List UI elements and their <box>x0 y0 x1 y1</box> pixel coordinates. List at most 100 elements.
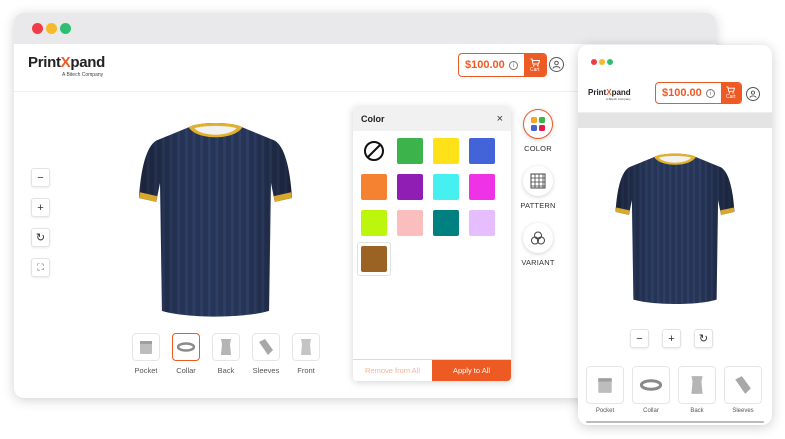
view-thumb <box>586 366 624 404</box>
mobile-close-dot[interactable] <box>591 59 597 65</box>
mobile-view-back[interactable]: Back <box>678 366 716 414</box>
logo-tagline: A Bitech Company <box>606 97 631 101</box>
mobile-view-pocket[interactable]: Pocket <box>586 366 624 414</box>
user-account-button[interactable] <box>549 57 564 72</box>
sleeves-icon <box>735 376 751 394</box>
mobile-view-collar[interactable]: Collar <box>632 366 670 414</box>
zoom-in-button[interactable]: + <box>31 198 50 217</box>
pattern-icon <box>530 173 546 189</box>
cart-icon <box>726 86 736 94</box>
view-pocket[interactable]: Pocket <box>131 333 161 375</box>
view-sleeves[interactable]: Sleeves <box>251 333 281 375</box>
tool-label: VARIANT <box>521 258 555 267</box>
tool-circle <box>523 166 553 196</box>
variant-icon <box>531 231 545 245</box>
mobile-rotate-button[interactable]: ↻ <box>694 329 713 348</box>
mobile-window: PrintXpand A Bitech Company $100.00 i Ca… <box>578 45 772 425</box>
view-thumb <box>724 366 762 404</box>
plus-icon: + <box>668 332 675 345</box>
cart-button[interactable]: Cart <box>523 54 546 76</box>
brand-logo[interactable]: PrintXpand A Bitech Company <box>28 54 105 78</box>
view-label: Sleeves <box>252 366 280 375</box>
view-collar[interactable]: Collar <box>171 333 201 375</box>
tool-variant[interactable]: VARIANT <box>520 223 556 267</box>
tool-color[interactable]: COLOR <box>520 109 556 153</box>
mobile-view-selector: Pocket Collar Back Sleeves <box>586 366 762 414</box>
mobile-maximize-dot[interactable] <box>607 59 613 65</box>
info-icon[interactable]: i <box>705 88 715 98</box>
view-label: Sleeves <box>732 408 754 414</box>
color-swatch[interactable] <box>397 138 423 164</box>
color-swatch[interactable] <box>361 246 387 272</box>
mobile-brand-logo[interactable]: PrintXpand A Bitech Company <box>588 88 631 101</box>
close-window-dot[interactable] <box>32 23 43 34</box>
user-icon <box>552 60 561 69</box>
color-panel-title: Color <box>361 114 385 124</box>
minimize-window-dot[interactable] <box>46 23 57 34</box>
view-thumb <box>172 333 200 361</box>
logo-suffix: pand <box>611 88 631 97</box>
maximize-window-dot[interactable] <box>60 23 71 34</box>
view-front[interactable]: Front <box>291 333 321 375</box>
view-thumb <box>212 333 240 361</box>
color-panel: Color × Remove from All Apply to All <box>353 107 511 381</box>
logo-x: X <box>60 54 71 71</box>
color-swatch[interactable] <box>469 138 495 164</box>
mobile-user-button[interactable] <box>746 87 760 101</box>
view-back[interactable]: Back <box>211 333 241 375</box>
mobile-scrollbar[interactable] <box>586 421 764 423</box>
mobile-view-sleeves[interactable]: Sleeves <box>724 366 762 414</box>
sleeves-icon <box>259 339 273 355</box>
rotate-button[interactable]: ↻ <box>31 228 50 247</box>
color-swatch[interactable] <box>433 174 459 200</box>
color-swatch[interactable] <box>361 174 387 200</box>
mobile-price-display: $100.00 i <box>656 83 721 103</box>
zoom-out-button[interactable]: − <box>31 168 50 187</box>
mobile-zoom-out-button[interactable]: − <box>630 329 649 348</box>
view-label: Collar <box>643 408 659 414</box>
color-swatch[interactable] <box>433 138 459 164</box>
view-thumb <box>678 366 716 404</box>
mobile-minimize-dot[interactable] <box>599 59 605 65</box>
view-label: Pocket <box>134 366 158 375</box>
color-swatch[interactable] <box>433 210 459 236</box>
color-panel-footer: Remove from All Apply to All <box>353 359 511 381</box>
view-label: Front <box>297 366 315 375</box>
palette-icon <box>531 117 545 131</box>
mobile-zoom-in-button[interactable]: + <box>662 329 681 348</box>
view-thumb <box>292 333 320 361</box>
color-swatch[interactable] <box>361 210 387 236</box>
cart-icon <box>530 58 540 67</box>
view-thumb <box>132 333 160 361</box>
price-cart-group: $100.00 i Cart <box>458 53 547 77</box>
collar-icon <box>177 342 195 352</box>
price-value: $100.00 <box>465 59 505 71</box>
remove-from-all-button[interactable]: Remove from All <box>353 360 432 381</box>
view-selector: Pocket Collar Back Sleeves Front <box>131 333 321 375</box>
color-swatch[interactable] <box>469 210 495 236</box>
view-thumb <box>252 333 280 361</box>
no-color-swatch[interactable] <box>361 138 387 164</box>
color-swatch[interactable] <box>397 210 423 236</box>
view-label: Back <box>690 408 704 414</box>
window-chrome <box>14 13 716 44</box>
mobile-cart-button[interactable]: Cart <box>720 83 741 103</box>
fullscreen-button[interactable]: ⛶ <box>31 258 50 277</box>
minus-icon: − <box>636 332 643 345</box>
close-icon[interactable]: × <box>497 113 503 125</box>
cart-label: Cart <box>726 94 736 100</box>
tool-pattern[interactable]: PATTERN <box>520 166 556 210</box>
color-swatch[interactable] <box>469 174 495 200</box>
mobile-price-cart-group: $100.00 i Cart <box>655 82 742 104</box>
tshirt-preview[interactable] <box>139 117 292 328</box>
tool-label: PATTERN <box>520 201 556 210</box>
user-icon <box>749 90 757 98</box>
view-label: Collar <box>176 366 196 375</box>
color-swatch[interactable] <box>397 174 423 200</box>
pocket-icon <box>598 378 612 393</box>
plus-icon: + <box>37 201 44 214</box>
mobile-tshirt-preview[interactable] <box>614 151 736 312</box>
apply-to-all-button[interactable]: Apply to All <box>432 360 511 381</box>
cart-label: Cart <box>530 66 540 73</box>
info-icon[interactable]: i <box>508 60 518 70</box>
